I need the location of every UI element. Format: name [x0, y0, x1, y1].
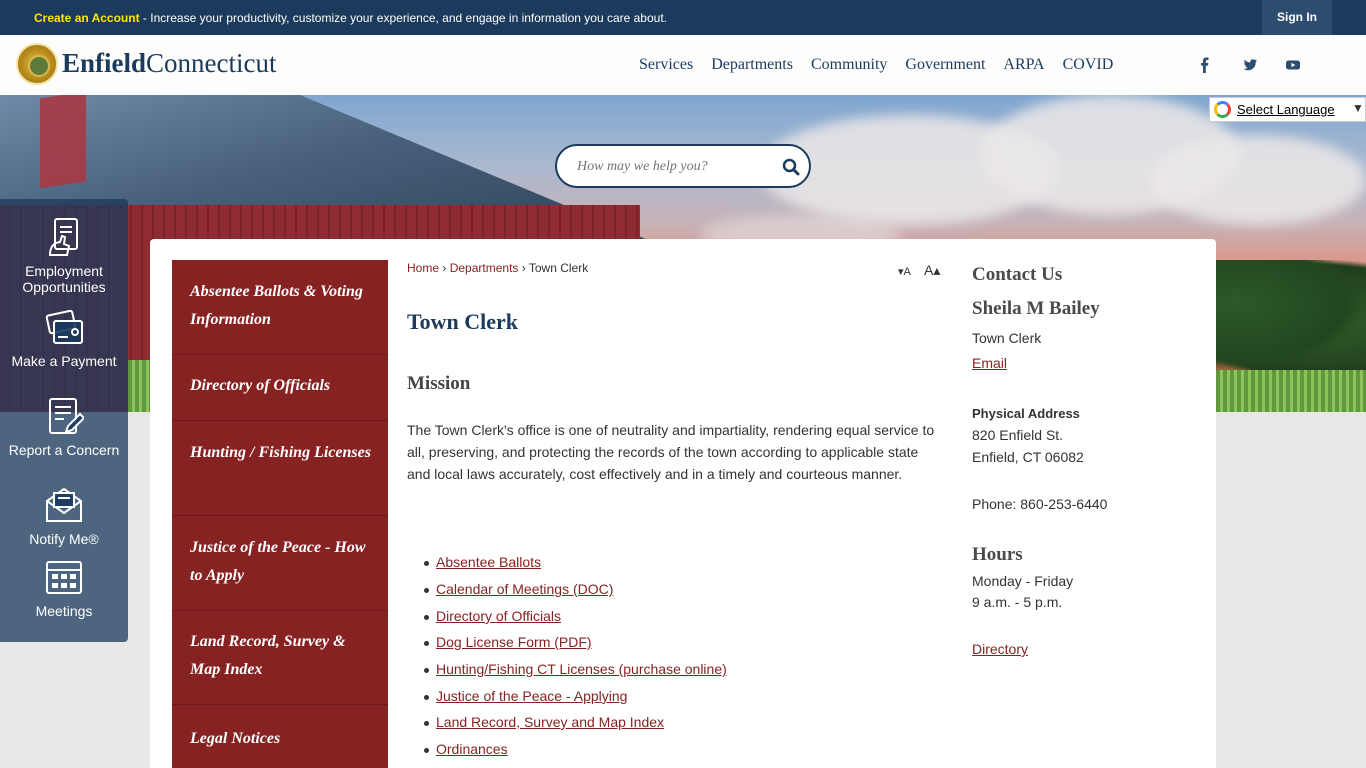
hours-days: Monday - Friday: [972, 573, 1074, 589]
breadcrumb-home[interactable]: Home: [407, 261, 439, 275]
main-nav: Services Departments Community Governmen…: [630, 35, 1122, 95]
nav-arpa[interactable]: ARPA: [1003, 56, 1044, 74]
nav-services[interactable]: Services: [639, 56, 693, 74]
hours-heading: Hours: [972, 544, 1023, 565]
contact-name: Sheila M Bailey: [972, 298, 1100, 319]
quick-link-employment[interactable]: Employment Opportunities: [0, 217, 128, 295]
site-logo[interactable]: EnfieldConnecticut: [62, 48, 277, 79]
address-line-2: Enfield, CT 06082: [972, 449, 1084, 465]
link-hunting-fishing[interactable]: Hunting/Fishing CT Licenses (purchase on…: [424, 661, 727, 677]
nav-community[interactable]: Community: [811, 56, 887, 74]
site-search: [555, 144, 811, 188]
link-justice-peace[interactable]: Justice of the Peace - Applying: [423, 688, 627, 704]
increase-font-button[interactable]: A▴: [924, 262, 940, 279]
page-title: Town Clerk: [407, 309, 519, 334]
top-account-bar: Create an Account - Increase your produc…: [0, 0, 1366, 35]
quick-link-label: Report a Concern: [8, 442, 120, 458]
create-account-link[interactable]: Create an Account: [34, 11, 140, 25]
breadcrumb-current: Town Clerk: [528, 261, 589, 275]
meetings-icon: [46, 561, 82, 594]
notify-icon: [46, 487, 82, 522]
select-language-label[interactable]: Select Language: [1237, 102, 1335, 117]
hours-time: 9 a.m. - 5 p.m.: [972, 594, 1063, 610]
sidenav-absentee-ballots[interactable]: Absentee Ballots & Voting Information: [172, 260, 388, 355]
link-absentee-ballots[interactable]: Absentee Ballots: [423, 554, 541, 570]
breadcrumb: Home › Departments › Town Clerk: [407, 261, 588, 275]
sidenav-land-record[interactable]: Land Record, Survey & Map Index: [172, 611, 388, 705]
quick-link-label: Meetings: [35, 603, 93, 619]
quick-link-label: Notify Me®: [29, 531, 99, 547]
contact-email-link[interactable]: Email: [972, 355, 1007, 371]
quick-link-label: Make a Payment: [11, 353, 117, 369]
nav-departments[interactable]: Departments: [711, 56, 793, 74]
nav-covid[interactable]: COVID: [1063, 56, 1114, 74]
link-directory-officials[interactable]: Directory of Officials: [424, 608, 561, 624]
contact-title: Town Clerk: [972, 330, 1042, 346]
quick-link-label: Employment Opportunities: [22, 263, 106, 295]
report-icon: [49, 398, 84, 434]
sidenav-justice-peace[interactable]: Justice of the Peace - How to Apply: [172, 516, 388, 611]
youtube-icon[interactable]: [1281, 53, 1305, 77]
town-seal-logo[interactable]: [16, 43, 58, 85]
contact-heading: Contact Us: [972, 264, 1063, 285]
quick-link-meetings[interactable]: Meetings: [0, 557, 128, 619]
google-icon: [1214, 101, 1231, 118]
breadcrumb-separator: ›: [442, 261, 447, 275]
side-nav: Absentee Ballots & Voting Information Di…: [172, 260, 388, 768]
sign-in-button[interactable]: Sign In: [1262, 0, 1332, 35]
contact-phone: Phone: 860-253-6440: [972, 496, 1108, 512]
decrease-font-button[interactable]: ▾A: [898, 265, 911, 278]
facebook-icon[interactable]: [1193, 53, 1217, 77]
mission-heading: Mission: [407, 373, 471, 394]
nav-government[interactable]: Government: [905, 56, 985, 74]
quick-link-payment[interactable]: Make a Payment: [0, 307, 128, 369]
address-line-1: 820 Enfield St.: [972, 427, 1064, 443]
logo-enfield: Enfield: [62, 48, 147, 78]
directory-link[interactable]: Directory: [972, 641, 1028, 657]
quick-link-notify[interactable]: Notify Me®: [0, 485, 128, 547]
link-land-record[interactable]: Land Record, Survey and Map Index: [423, 714, 664, 730]
account-message-text: - Increase your productivity, customize …: [139, 11, 667, 25]
breadcrumb-departments[interactable]: Departments: [450, 261, 519, 275]
employment-icon: [48, 218, 78, 256]
breadcrumb-separator: ›: [521, 261, 526, 275]
link-ordinances[interactable]: Ordinances: [424, 741, 508, 757]
link-calendar-meetings[interactable]: Calendar of Meetings (DOC): [423, 581, 613, 597]
site-header: EnfieldConnecticut Services Departments …: [0, 35, 1366, 95]
address-label: Physical Address: [972, 406, 1080, 421]
quick-links-panel: Employment Opportunities Make a Payment …: [0, 199, 128, 642]
sidenav-directory-officials[interactable]: Directory of Officials: [172, 355, 388, 421]
payment-icon: [45, 309, 83, 344]
mission-text: The Town Clerk's office is one of neutra…: [407, 422, 935, 482]
account-message: Create an Account - Increase your produc…: [34, 11, 667, 25]
logo-connecticut: Connecticut: [146, 48, 277, 78]
search-input[interactable]: [577, 156, 777, 178]
sidenav-legal-notices[interactable]: Legal Notices: [172, 705, 388, 768]
twitter-icon[interactable]: [1238, 53, 1262, 77]
chevron-down-icon: ▼: [1352, 101, 1364, 115]
quick-link-report[interactable]: Report a Concern: [0, 396, 128, 458]
link-dog-license[interactable]: Dog License Form (PDF): [424, 634, 592, 650]
language-select[interactable]: Select Language ▼: [1209, 97, 1366, 122]
search-icon[interactable]: [781, 157, 801, 177]
sidenav-hunting-fishing[interactable]: Hunting / Fishing Licenses: [172, 421, 388, 516]
